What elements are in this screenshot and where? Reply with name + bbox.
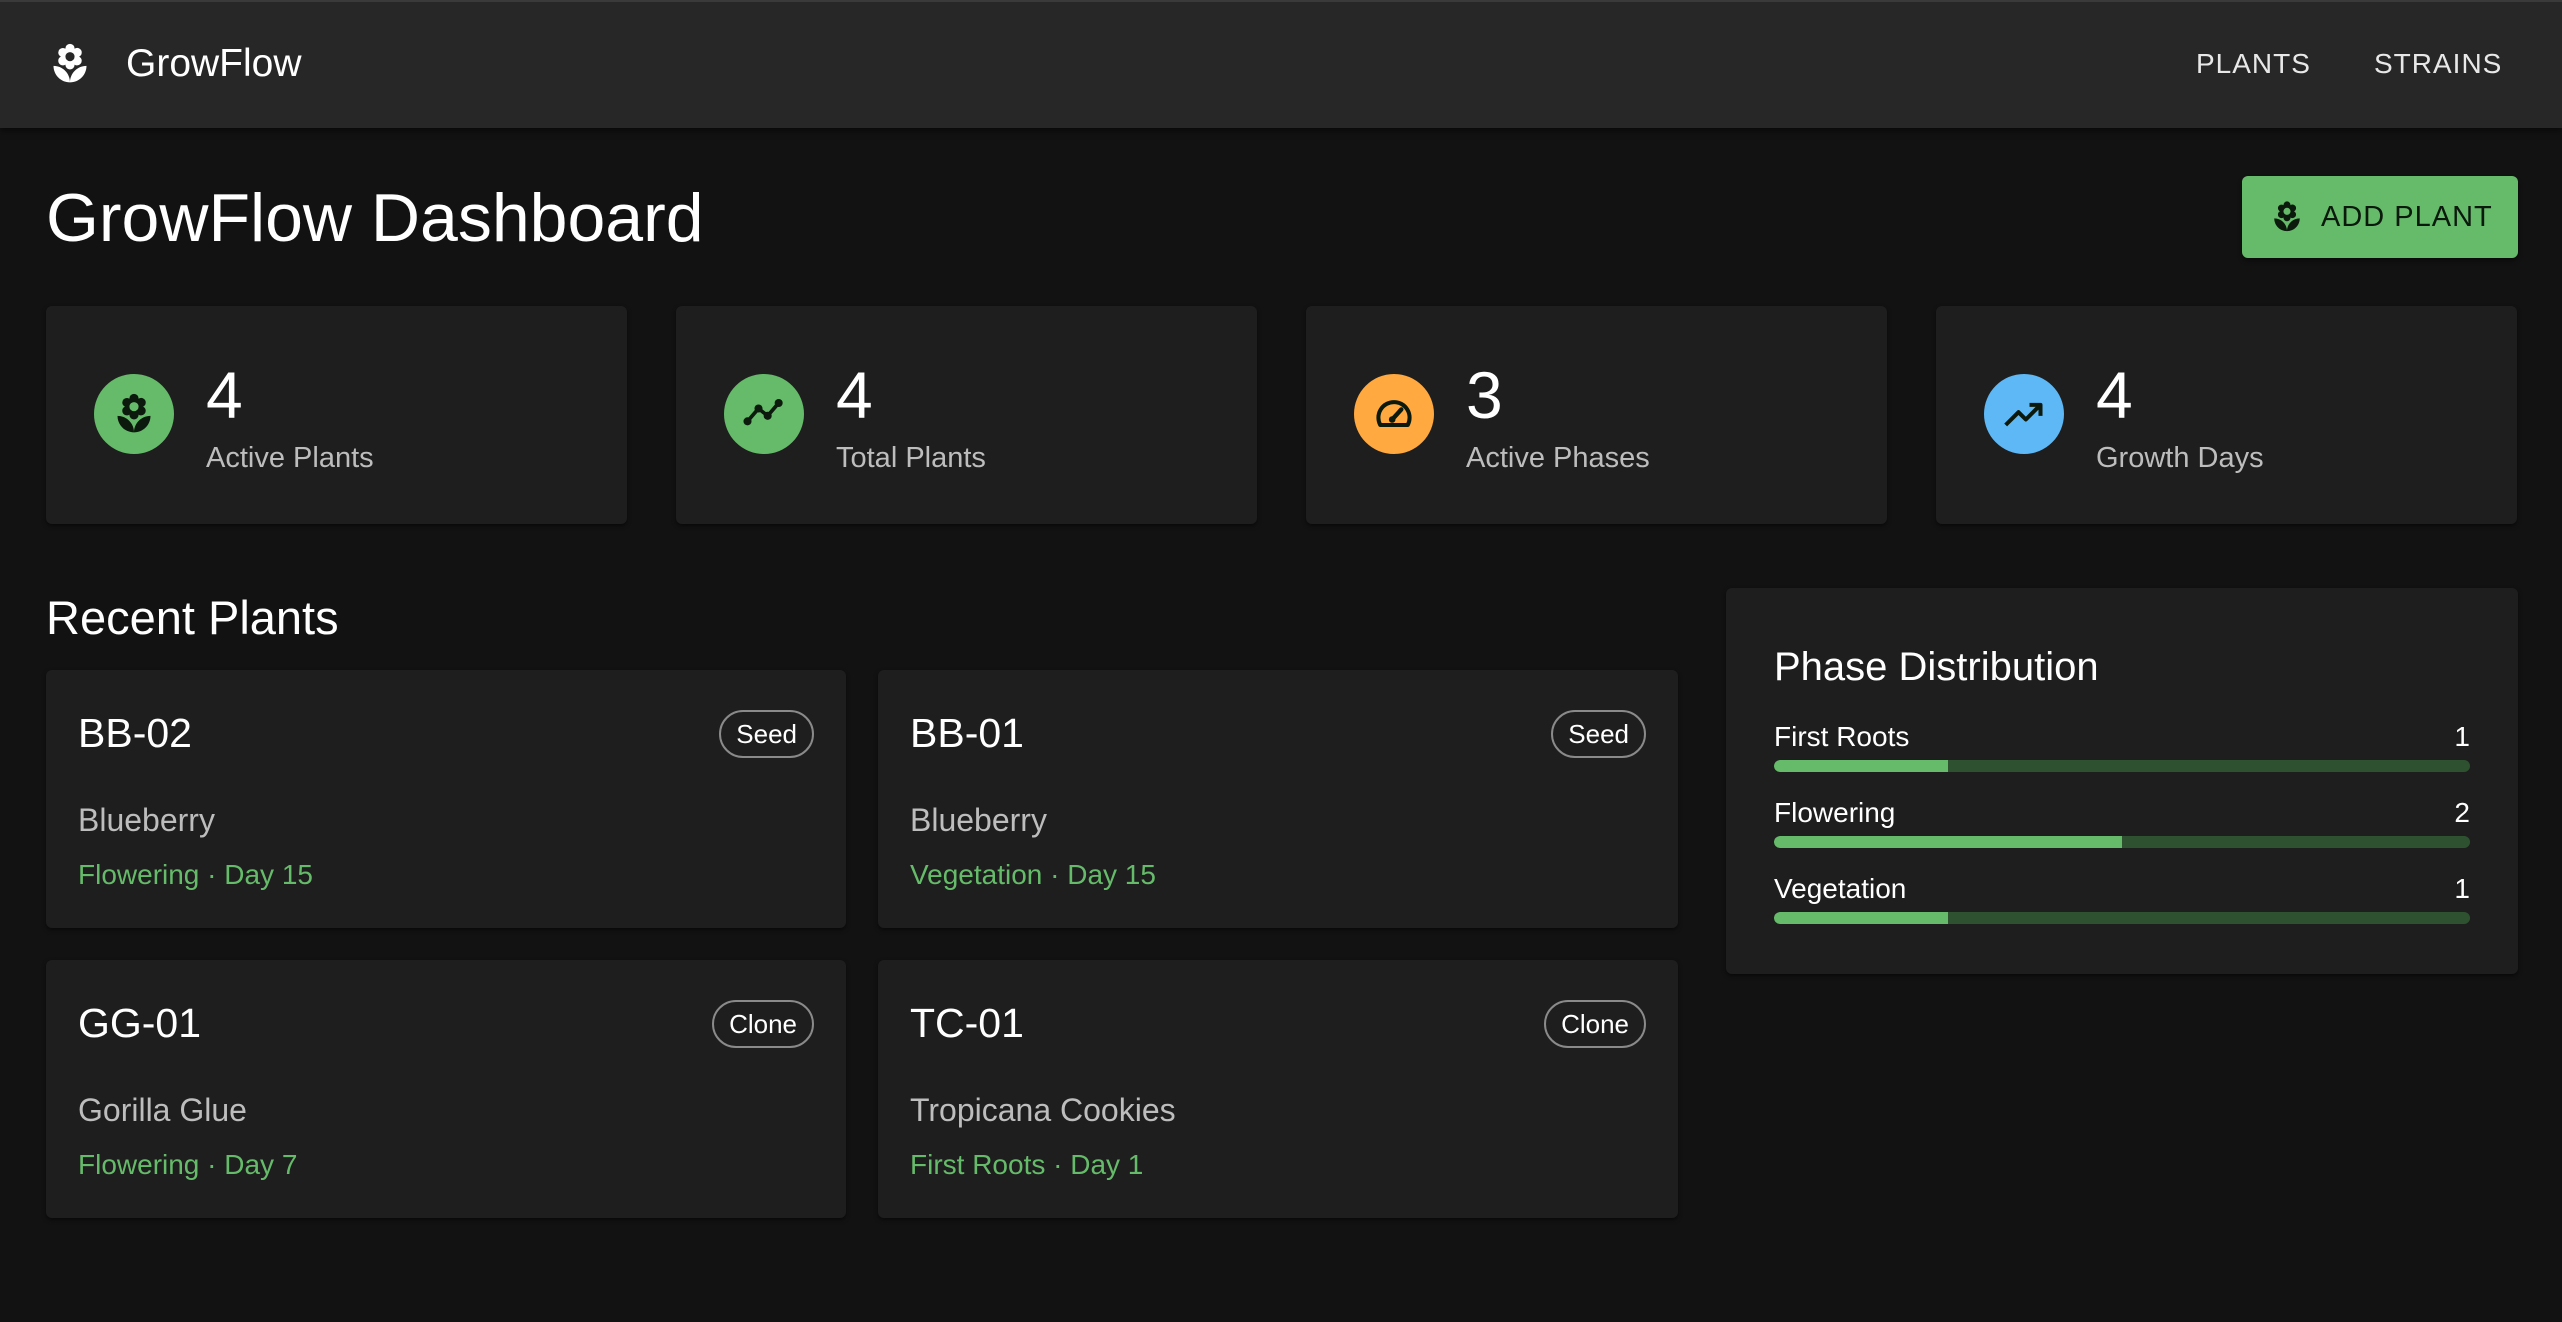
flower-icon <box>117 393 151 433</box>
plant-card-tc-01[interactable]: TC-01 Clone Tropicana Cookies First Root… <box>878 960 1678 1218</box>
distribution-label: Flowering <box>1774 797 1896 828</box>
page-title: GrowFlow Dashboard <box>46 180 704 256</box>
stat-icon-circle <box>94 374 174 454</box>
plant-phase: Flowering · Day 7 <box>78 1149 298 1180</box>
add-plant-button[interactable]: ADD PLANT <box>2242 176 2518 258</box>
stat-value: 4 <box>836 358 873 432</box>
distribution-row-flowering: Flowering 2 <box>1774 794 2470 860</box>
plant-phase: First Roots · Day 1 <box>910 1149 1144 1180</box>
plant-phase: Flowering · Day 15 <box>78 859 313 890</box>
plant-type-chip: Seed <box>1551 710 1646 758</box>
flower-logo-icon <box>53 43 87 83</box>
distribution-count: 2 <box>2454 797 2470 828</box>
plant-type-chip: Clone <box>712 1000 814 1048</box>
distribution-row-first-roots: First Roots 1 <box>1774 718 2470 784</box>
speed-icon <box>1376 400 1412 428</box>
stat-label: Total Plants <box>836 442 986 474</box>
progress-fill <box>1774 836 2122 848</box>
progress-fill <box>1774 760 1948 772</box>
plant-id: BB-01 <box>910 710 1024 756</box>
progress-track <box>1774 760 2470 772</box>
progress-fill <box>1774 912 1948 924</box>
stat-card-active-phases: 3 Active Phases <box>1306 306 1887 524</box>
stat-value: 4 <box>206 358 243 432</box>
plant-type-chip: Seed <box>719 710 814 758</box>
progress-track <box>1774 912 2470 924</box>
progress-track <box>1774 836 2470 848</box>
stat-value: 3 <box>1466 358 1503 432</box>
stat-icon-circle <box>1984 374 2064 454</box>
plant-card-bb-01[interactable]: BB-01 Seed Blueberry Vegetation · Day 15 <box>878 670 1678 928</box>
phase-distribution-title: Phase Distribution <box>1774 645 2099 689</box>
stat-card-total-plants: 4 Total Plants <box>676 306 1257 524</box>
timeline-icon <box>743 398 783 426</box>
stat-label: Active Plants <box>206 442 374 474</box>
distribution-count: 1 <box>2454 873 2470 904</box>
distribution-row-vegetation: Vegetation 1 <box>1774 870 2470 936</box>
recent-plants-title: Recent Plants <box>46 591 339 644</box>
phase-distribution-card: Phase Distribution First Roots 1 Floweri… <box>1726 588 2518 974</box>
distribution-label: First Roots <box>1774 721 1910 752</box>
plant-id: GG-01 <box>78 1000 202 1046</box>
app-title: GrowFlow <box>126 42 302 85</box>
flower-icon <box>2274 201 2300 232</box>
app-bar: GrowFlow PLANTS STRAINS <box>0 0 2562 128</box>
distribution-count: 1 <box>2454 721 2470 752</box>
stat-card-active-plants: 4 Active Plants <box>46 306 627 524</box>
plant-card-bb-02[interactable]: BB-02 Seed Blueberry Flowering · Day 15 <box>46 670 846 928</box>
plant-strain: Blueberry <box>910 802 1047 838</box>
stat-icon-circle <box>724 374 804 454</box>
nav-strains[interactable]: STRAINS <box>2374 44 2502 84</box>
stat-value: 4 <box>2096 358 2133 432</box>
stat-label: Growth Days <box>2096 442 2264 474</box>
plant-card-gg-01[interactable]: GG-01 Clone Gorilla Glue Flowering · Day… <box>46 960 846 1218</box>
distribution-label: Vegetation <box>1774 873 1907 904</box>
plant-strain: Tropicana Cookies <box>910 1092 1176 1128</box>
trending-up-icon <box>2004 402 2043 427</box>
stat-card-growth-days: 4 Growth Days <box>1936 306 2517 524</box>
plant-id: TC-01 <box>910 1000 1024 1046</box>
stat-label: Active Phases <box>1466 442 1650 474</box>
plant-id: BB-02 <box>78 710 192 756</box>
plant-type-chip: Clone <box>1544 1000 1646 1048</box>
plant-strain: Gorilla Glue <box>78 1092 247 1128</box>
plant-strain: Blueberry <box>78 802 215 838</box>
plant-phase: Vegetation · Day 15 <box>910 859 1156 890</box>
nav-plants[interactable]: PLANTS <box>2196 44 2311 84</box>
add-plant-label: ADD PLANT <box>2321 201 2493 233</box>
stat-icon-circle <box>1354 374 1434 454</box>
